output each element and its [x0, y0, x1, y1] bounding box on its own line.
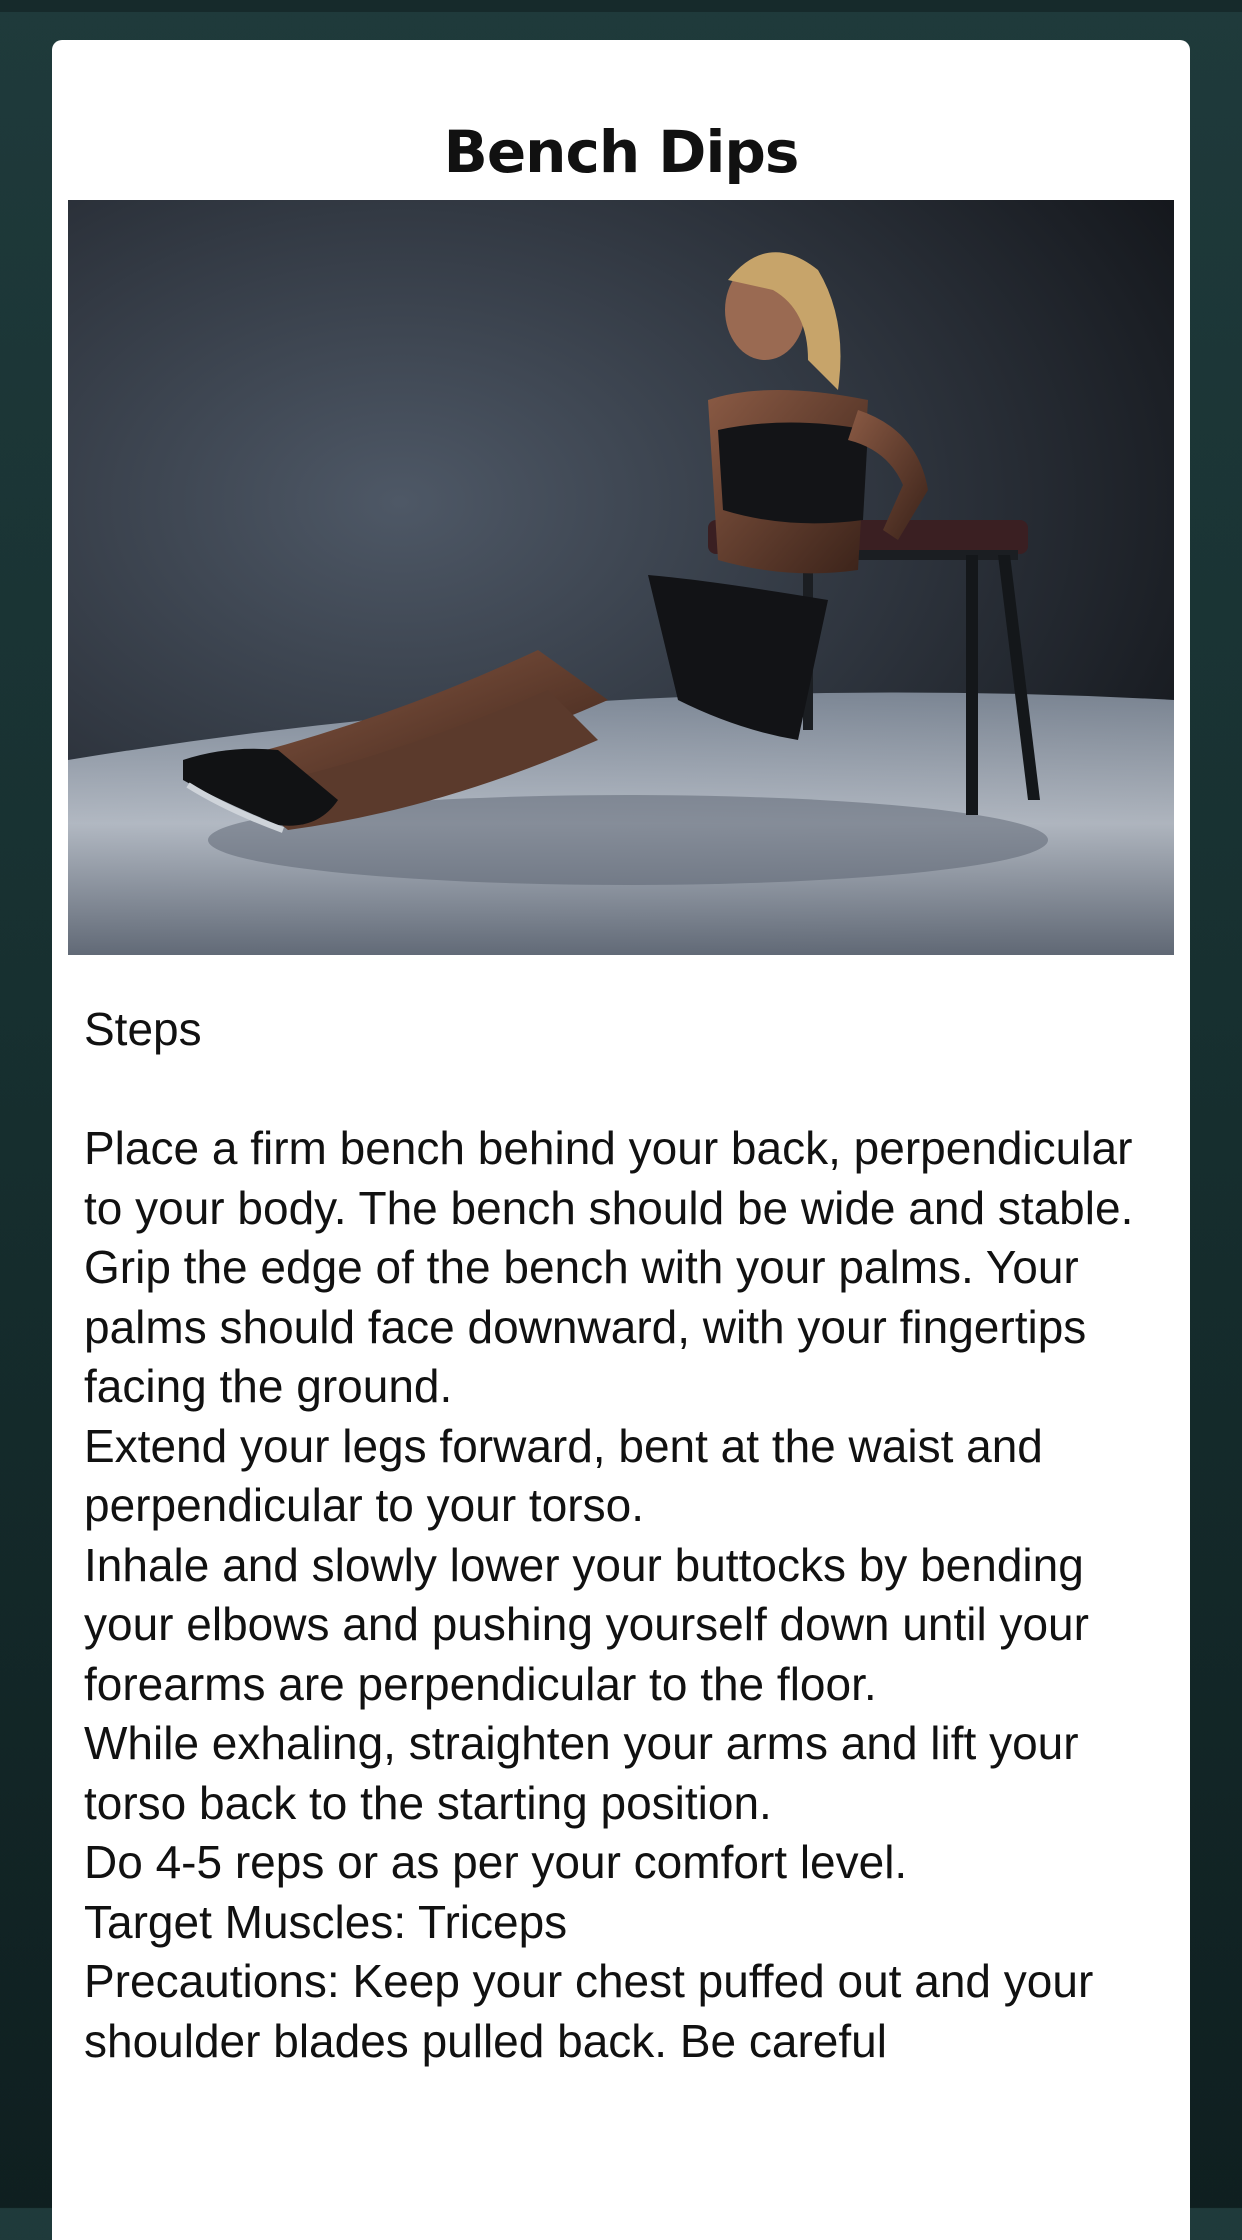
status-bar-strip — [0, 0, 1242, 12]
step-line: Grip the edge of the bench with your pal… — [84, 1241, 1087, 1412]
bench-dips-photo-icon — [68, 200, 1174, 955]
step-line: Do 4-5 reps or as per your comfort level… — [84, 1836, 908, 1888]
step-line: While exhaling, straighten your arms and… — [84, 1717, 1079, 1829]
precautions: Precautions: Keep your chest puffed out … — [84, 1955, 1094, 2067]
steps-heading: Steps — [84, 1003, 202, 1055]
exercise-photo — [68, 200, 1174, 955]
target-muscles: Target Muscles: Triceps — [84, 1895, 568, 1948]
exercise-card: Bench Dips Steps Place a firm bench behi… — [52, 40, 1190, 2240]
exercise-title: Bench Dips — [443, 118, 800, 186]
steps-content: Steps Place a firm bench behind your bac… — [84, 1000, 1164, 2071]
step-line: Place a firm bench behind your back, per… — [84, 1122, 1134, 1234]
step-line: Extend your legs forward, bent at the wa… — [84, 1419, 1043, 1532]
step-line: Inhale and slowly lower your buttocks by… — [84, 1538, 1089, 1710]
